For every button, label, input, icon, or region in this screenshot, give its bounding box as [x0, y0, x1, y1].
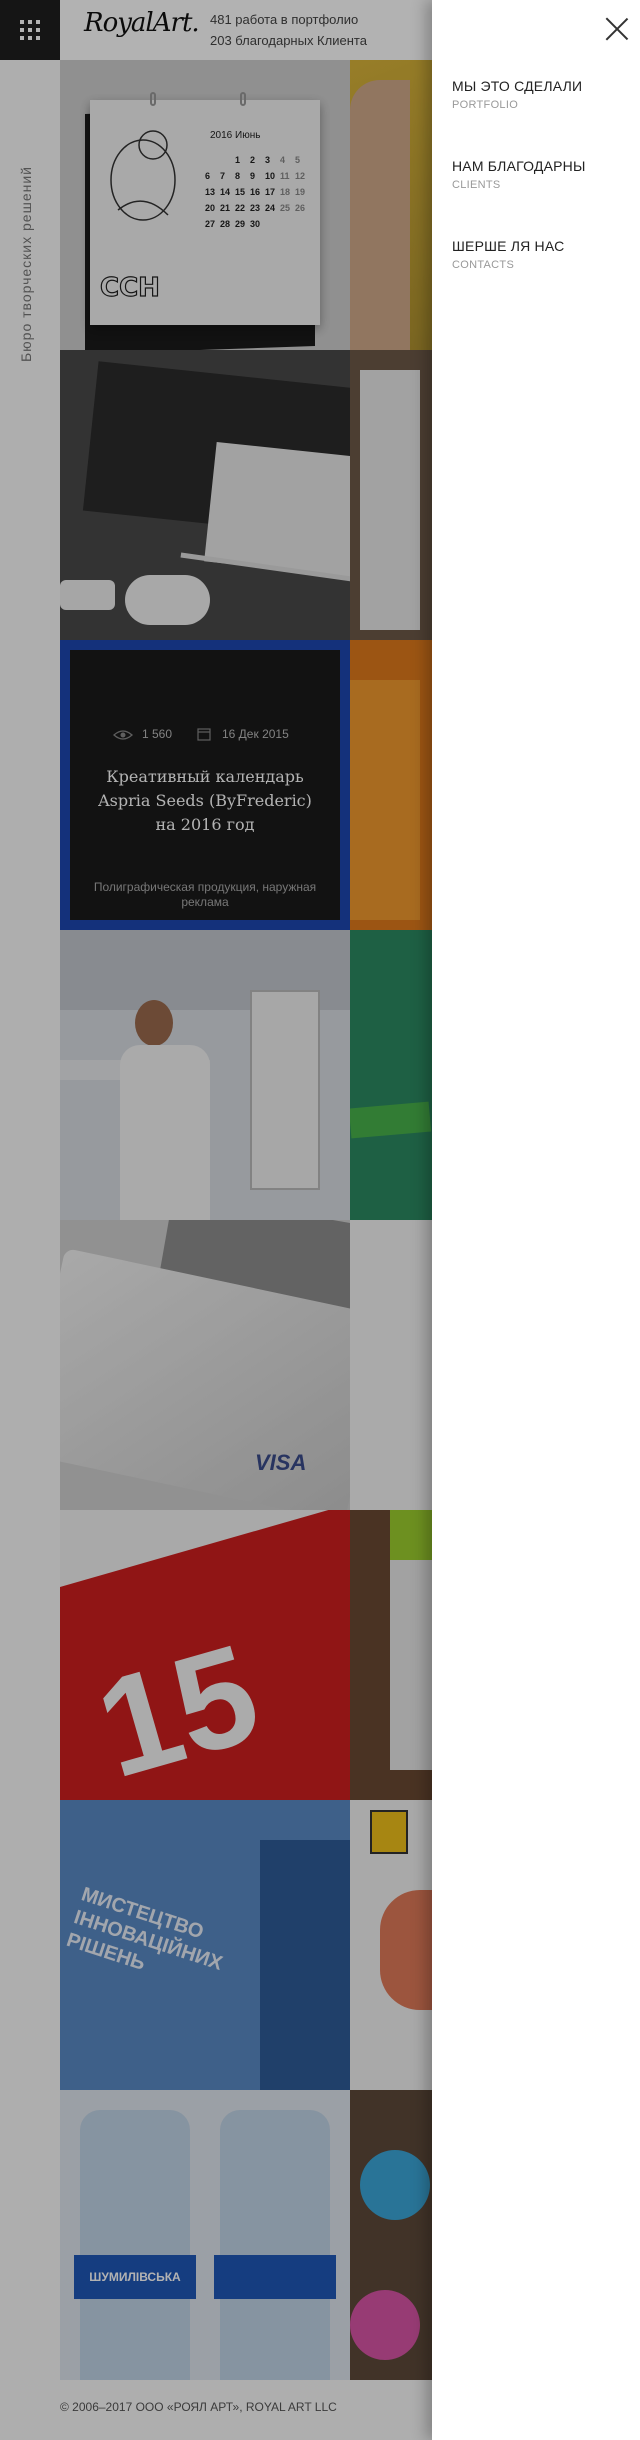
- menu-item-portfolio[interactable]: МЫ ЭТО СДЕЛАЛИ PORTFOLIO: [452, 78, 632, 111]
- menu-item-label[interactable]: ШЕРШЕ ЛЯ НАС: [452, 238, 632, 254]
- menu-item-sublabel: PORTFOLIO: [452, 99, 519, 111]
- menu-item-sublabel: CLIENTS: [452, 179, 501, 191]
- menu-item-label[interactable]: НАМ БЛАГОДАРНЫ: [452, 158, 632, 174]
- side-menu: МЫ ЭТО СДЕЛАЛИ PORTFOLIO НАМ БЛАГОДАРНЫ …: [432, 0, 640, 2440]
- menu-item-clients[interactable]: НАМ БЛАГОДАРНЫ CLIENTS: [452, 158, 632, 191]
- close-icon[interactable]: [604, 16, 630, 42]
- menu-item-label[interactable]: МЫ ЭТО СДЕЛАЛИ: [452, 78, 632, 94]
- menu-item-contacts[interactable]: ШЕРШЕ ЛЯ НАС CONTACTS: [452, 238, 632, 271]
- menu-item-sublabel: CONTACTS: [452, 259, 515, 271]
